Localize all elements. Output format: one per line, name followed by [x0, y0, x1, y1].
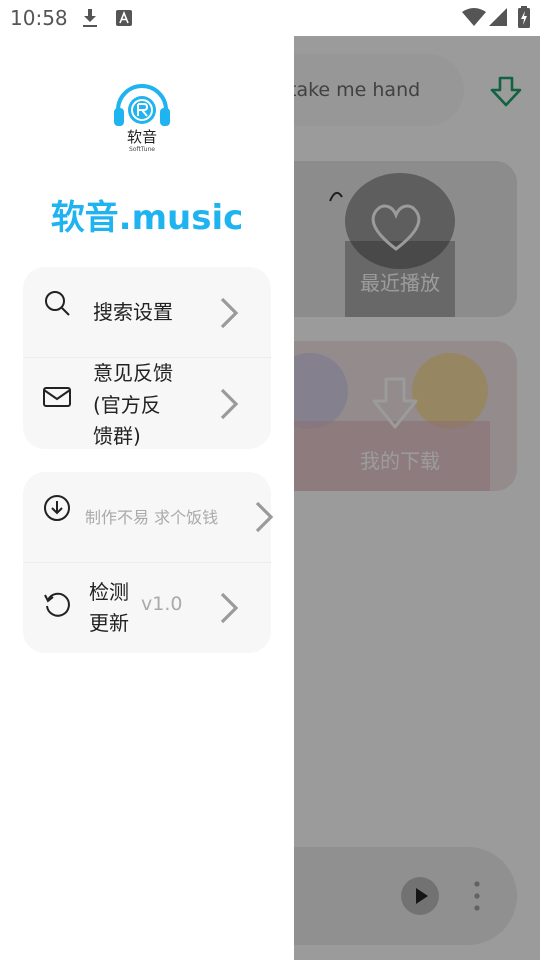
- support-group-card: 制作不易 求个饭钱 检测 更新 v1.0: [23, 472, 274, 653]
- refresh-icon: [44, 592, 70, 617]
- version-value: v1.0: [141, 593, 183, 615]
- feedback-label-line3: 馈群): [93, 424, 141, 448]
- search-settings-label: 搜索设置: [93, 300, 173, 324]
- status-bar: 10:58: [0, 0, 540, 36]
- cellular-signal-icon: [489, 8, 507, 26]
- app-notification-icon: [116, 10, 132, 26]
- check-update-label-line2: 更新: [89, 611, 129, 635]
- feedback-label-line1: 意见反馈: [93, 361, 173, 385]
- search-icon: [45, 291, 70, 316]
- status-time: 10:58: [10, 6, 68, 30]
- app-title: 软音.music: [50, 198, 244, 238]
- chevron-right-icon: [220, 592, 239, 624]
- battery-icon: [518, 6, 530, 28]
- mail-icon: [43, 387, 71, 407]
- navigation-drawer: 软音 SoftTune 软音.music 搜索设置 意见反馈 (官方反 馈群): [0, 36, 294, 960]
- donate-item[interactable]: 制作不易 求个饭钱: [23, 472, 274, 562]
- logo-subtext: SoftTune: [129, 146, 155, 153]
- feedback-label-line2: (官方反: [93, 393, 161, 417]
- feedback-item[interactable]: 意见反馈 (官方反 馈群): [23, 358, 271, 449]
- donate-label: 制作不易 求个饭钱: [85, 508, 219, 527]
- app-logo: 软音 SoftTune: [110, 84, 174, 156]
- check-update-label-line1: 检测: [89, 580, 129, 604]
- download-status-icon: [83, 9, 97, 27]
- logo-text: 软音: [126, 128, 157, 146]
- wifi-icon: [462, 8, 486, 26]
- chevron-right-icon: [255, 501, 274, 533]
- chevron-right-icon: [220, 388, 239, 420]
- headphones-logo-icon: [114, 84, 170, 126]
- check-update-item[interactable]: 检测 更新 v1.0: [23, 563, 271, 653]
- download-circle-icon: [44, 495, 70, 521]
- search-settings-item[interactable]: 搜索设置: [23, 267, 271, 357]
- chevron-right-icon: [220, 297, 239, 329]
- settings-group-card: 搜索设置 意见反馈 (官方反 馈群): [23, 267, 271, 449]
